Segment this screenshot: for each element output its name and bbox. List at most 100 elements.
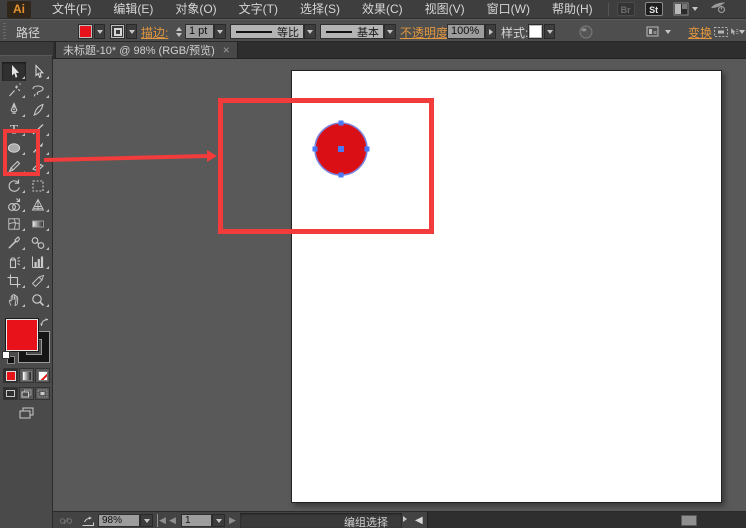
screen-mode-button[interactable] [16, 405, 36, 420]
blob-brush-tool[interactable] [26, 100, 50, 119]
status-tool-name: 编组选择 [344, 514, 388, 528]
rotate-tool[interactable] [2, 176, 26, 195]
align-dropdown[interactable] [663, 24, 673, 39]
color-button[interactable] [3, 368, 18, 383]
lasso-tool[interactable] [26, 81, 50, 100]
blend-tool[interactable] [26, 233, 50, 252]
line-segment-tool[interactable] [26, 119, 50, 138]
type-tool[interactable]: T [2, 119, 26, 138]
canvas-area[interactable] [53, 59, 746, 511]
cs-live-icon[interactable] [710, 0, 726, 19]
select-similar-dropdown[interactable] [739, 30, 745, 34]
draw-inside-button[interactable] [35, 387, 50, 400]
horizontal-scrollbar[interactable] [427, 512, 746, 528]
brush-definition-dropdown[interactable]: 基本 [320, 24, 384, 39]
stroke-color-swatch[interactable] [110, 24, 125, 39]
opacity-field[interactable]: 100% [447, 24, 485, 39]
fill-color-dropdown[interactable] [94, 24, 105, 39]
artboard-number-dropdown[interactable] [212, 514, 225, 527]
magic-wand-icon [6, 83, 22, 99]
menu-item-object[interactable]: 对象(O) [164, 0, 227, 19]
close-tab-icon[interactable]: × [223, 45, 230, 56]
brush-definition-arrow[interactable] [384, 24, 396, 39]
zoom-level-field[interactable]: 98% [98, 514, 140, 527]
none-button[interactable] [35, 368, 50, 383]
stroke-weight-stepper[interactable] [174, 24, 183, 39]
bridge-button[interactable]: Br [617, 2, 635, 16]
previous-artboard-button[interactable]: ◀ [169, 514, 176, 527]
export-tray-icon[interactable] [81, 514, 97, 527]
draw-normal-button[interactable] [3, 387, 18, 400]
transform-panel-link[interactable]: 变换 [688, 24, 712, 41]
pencil-tool[interactable] [2, 157, 26, 176]
screen-mode-icon [19, 407, 34, 419]
ellipse-tool[interactable] [2, 138, 26, 157]
pen-tool[interactable] [2, 100, 26, 119]
menu-item-file[interactable]: 文件(F) [41, 0, 102, 19]
default-fill-stroke-icon[interactable] [2, 351, 16, 365]
menu-item-view[interactable]: 视图(V) [414, 0, 476, 19]
symbol-sprayer-tool[interactable] [2, 252, 26, 271]
color-swatch-icon [6, 371, 16, 381]
menu-item-window[interactable]: 窗口(W) [476, 0, 541, 19]
gradient-tool[interactable] [26, 214, 50, 233]
style-dropdown[interactable] [544, 24, 555, 39]
menu-item-edit[interactable]: 编辑(E) [102, 0, 164, 19]
swap-fill-stroke-icon[interactable] [40, 318, 50, 331]
tool-panel: T [0, 55, 53, 528]
type-icon: T [6, 121, 22, 137]
isolate-object-button[interactable] [712, 23, 730, 40]
eraser-tool[interactable] [26, 157, 50, 176]
artboard[interactable] [291, 70, 722, 503]
artboard-number-field[interactable]: 1 [181, 514, 212, 527]
scrollbar-thumb[interactable] [681, 515, 697, 526]
fill-color-swatch[interactable] [78, 24, 93, 39]
perspective-grid-tool[interactable] [26, 195, 50, 214]
gradient-button[interactable] [19, 368, 34, 383]
menu-item-help[interactable]: 帮助(H) [541, 0, 604, 19]
menu-item-effect[interactable]: 效果(C) [351, 0, 414, 19]
document-tab[interactable]: 未标题-10* @ 98% (RGB/预览) × [55, 42, 238, 58]
selection-tool[interactable] [2, 62, 26, 81]
draw-behind-button[interactable] [19, 387, 34, 400]
status-menu-button[interactable] [403, 516, 407, 522]
direct-selection-tool[interactable] [26, 62, 50, 81]
opacity-slider-button[interactable] [485, 24, 496, 39]
menu-item-type[interactable]: 文字(T) [228, 0, 289, 19]
mesh-icon [6, 216, 22, 232]
free-transform-tool[interactable] [26, 176, 50, 195]
scroll-left-icon[interactable]: ◀ [415, 514, 423, 527]
hand-tool[interactable] [2, 290, 26, 309]
panel-grip[interactable] [3, 23, 6, 39]
stock-button[interactable]: St [645, 2, 663, 16]
first-artboard-button[interactable]: ◀ [157, 514, 166, 527]
artboard-tool[interactable] [2, 271, 26, 290]
align-button[interactable] [644, 23, 662, 40]
style-swatch[interactable] [528, 24, 543, 39]
opacity-panel-link[interactable]: 不透明度: [400, 24, 451, 41]
fill-color-indicator[interactable] [5, 318, 39, 352]
width-profile-arrow[interactable] [304, 24, 316, 39]
gradient-icon [30, 216, 46, 232]
recolor-artwork-button[interactable] [577, 23, 595, 40]
next-artboard-button[interactable]: ▶ [229, 514, 236, 527]
stroke-color-dropdown[interactable] [126, 24, 137, 39]
stroke-weight-field[interactable]: 1 pt [185, 24, 214, 39]
zoom-tool[interactable] [26, 290, 50, 309]
eyedropper-tool[interactable] [2, 233, 26, 252]
stroke-panel-link[interactable]: 描边: [141, 24, 168, 41]
status-mode-icon[interactable] [59, 514, 75, 527]
zoom-level-dropdown[interactable] [140, 514, 153, 527]
paintbrush-tool[interactable] [26, 138, 50, 157]
slice-tool[interactable] [26, 271, 50, 290]
workspace-switcher[interactable] [673, 2, 698, 16]
width-profile-dropdown[interactable]: 等比 [230, 24, 304, 39]
column-graph-tool[interactable] [26, 252, 50, 271]
magic-wand-tool[interactable] [2, 81, 26, 100]
select-similar-button[interactable] [729, 23, 745, 40]
document-tab-title: 未标题-10* @ 98% (RGB/预览) [63, 42, 215, 58]
mesh-tool[interactable] [2, 214, 26, 233]
menu-item-select[interactable]: 选择(S) [289, 0, 351, 19]
stroke-weight-dropdown[interactable] [214, 24, 226, 39]
shape-builder-tool[interactable] [2, 195, 26, 214]
